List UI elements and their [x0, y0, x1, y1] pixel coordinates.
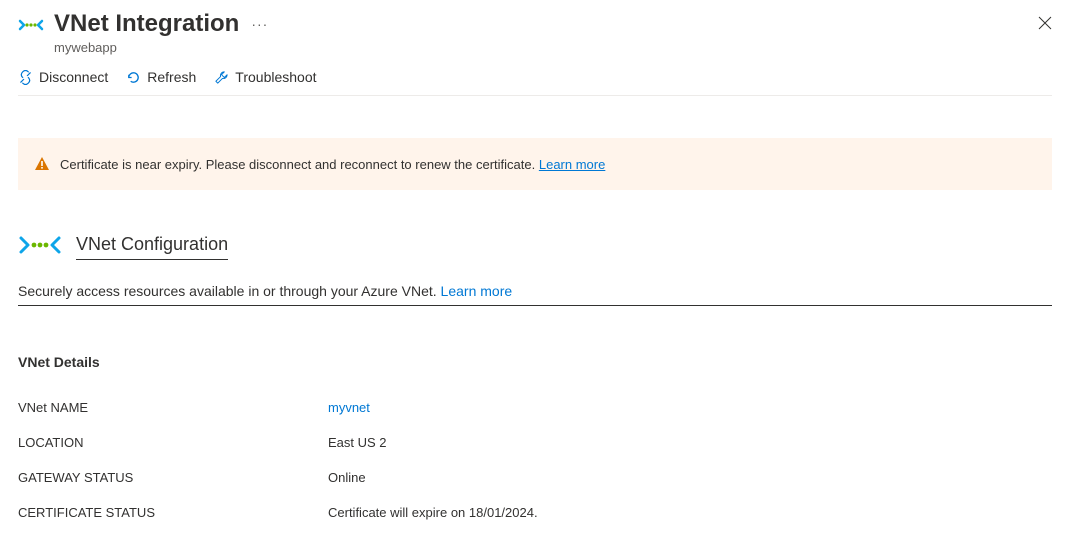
disconnect-icon [18, 70, 33, 85]
config-learn-more-link[interactable]: Learn more [441, 283, 513, 299]
resource-name: mywebapp [54, 40, 1052, 55]
row-gateway-status: GATEWAY STATUS Online [18, 460, 1052, 495]
vnet-config-icon [18, 232, 62, 261]
refresh-label: Refresh [147, 69, 196, 85]
warning-icon [34, 156, 50, 172]
label-location: LOCATION [18, 435, 328, 450]
value-gateway-status: Online [328, 470, 366, 485]
blade-header: VNet Integration ··· mywebapp [18, 0, 1052, 55]
vnet-details-heading: VNet Details [18, 354, 1052, 370]
disconnect-button[interactable]: Disconnect [18, 69, 108, 85]
vnet-icon [18, 12, 44, 41]
vnet-integration-blade: VNet Integration ··· mywebapp Disconnect… [0, 0, 1070, 549]
section-title: VNet Configuration [76, 234, 228, 260]
warning-learn-more-link[interactable]: Learn more [539, 157, 605, 172]
disconnect-label: Disconnect [39, 69, 108, 85]
refresh-icon [126, 70, 141, 85]
troubleshoot-label: Troubleshoot [235, 69, 316, 85]
label-gateway-status: GATEWAY STATUS [18, 470, 328, 485]
close-icon [1038, 16, 1052, 30]
row-location: LOCATION East US 2 [18, 425, 1052, 460]
value-certificate-status: Certificate will expire on 18/01/2024. [328, 505, 538, 520]
section-description: Securely access resources available in o… [18, 283, 437, 299]
troubleshoot-button[interactable]: Troubleshoot [214, 69, 316, 85]
vnet-details-grid: VNet NAME myvnet LOCATION East US 2 GATE… [18, 390, 1052, 530]
value-vnet-name[interactable]: myvnet [328, 400, 370, 415]
label-certificate-status: CERTIFICATE STATUS [18, 505, 328, 520]
page-title: VNet Integration [54, 10, 239, 38]
refresh-button[interactable]: Refresh [126, 69, 196, 85]
value-location: East US 2 [328, 435, 387, 450]
troubleshoot-icon [214, 70, 229, 85]
close-button[interactable] [1038, 14, 1052, 35]
label-vnet-name: VNet NAME [18, 400, 328, 415]
vnet-configuration-section: VNet Configuration Securely access resou… [18, 232, 1052, 306]
more-actions-button[interactable]: ··· [251, 16, 268, 32]
certificate-expiry-warning: Certificate is near expiry. Please disco… [18, 138, 1052, 190]
row-certificate-status: CERTIFICATE STATUS Certificate will expi… [18, 495, 1052, 530]
warning-text: Certificate is near expiry. Please disco… [60, 157, 535, 172]
command-bar: Disconnect Refresh Troubleshoot [18, 55, 1052, 96]
row-vnet-name: VNet NAME myvnet [18, 390, 1052, 425]
